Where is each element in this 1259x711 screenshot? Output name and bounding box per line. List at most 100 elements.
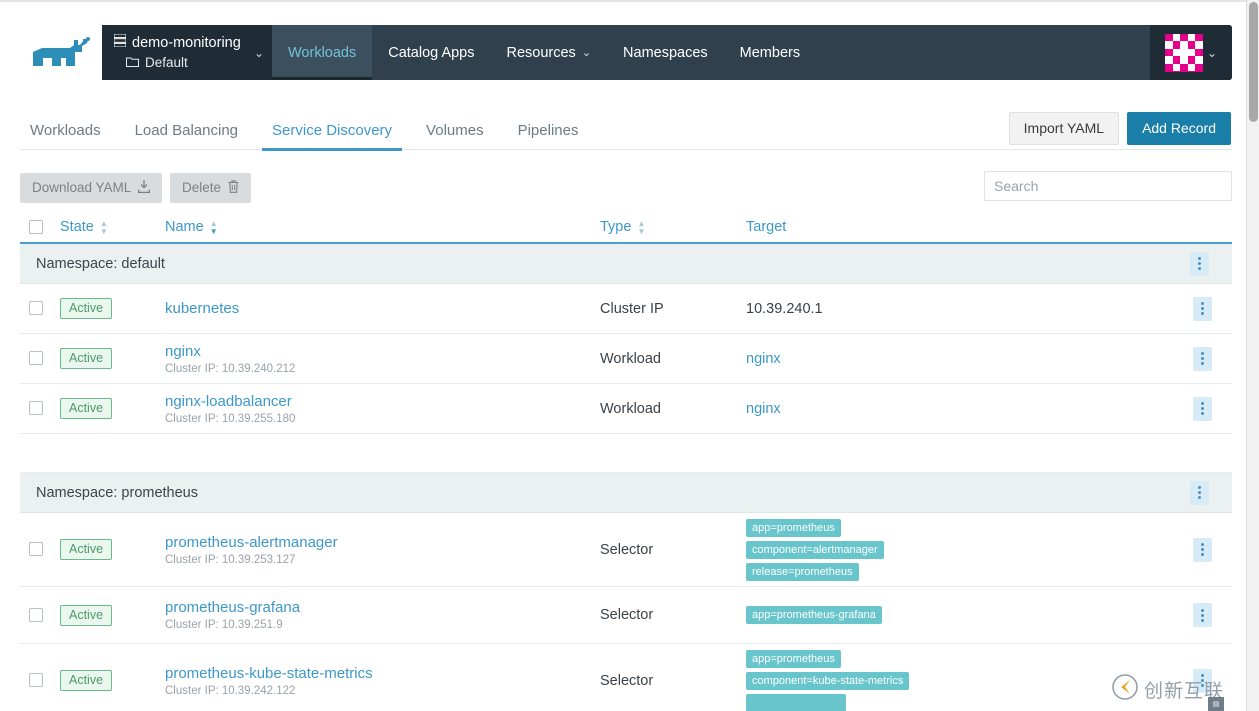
column-label: Name [165, 219, 204, 235]
sort-icon[interactable]: ▲▼ [100, 220, 108, 235]
row-type-cell: Cluster IP [600, 301, 746, 317]
tab-workloads[interactable]: Workloads [20, 122, 111, 150]
row-actions-cell [1172, 397, 1232, 421]
column-header-target: Target [746, 219, 1172, 235]
row-type-cell: Workload [600, 401, 746, 417]
column-header-type[interactable]: Type ▲▼ [600, 219, 746, 235]
row-checkbox[interactable] [29, 301, 43, 315]
table-row[interactable]: Active prometheus-kube-state-metrics Clu… [20, 644, 1232, 711]
row-actions-cell [1172, 347, 1232, 371]
row-checkbox[interactable] [29, 673, 43, 687]
page-scrollbar[interactable] [1246, 0, 1259, 711]
selector-tags: app=prometheus-grafana [746, 606, 1172, 624]
scrollbar-thumb[interactable] [1249, 2, 1258, 122]
row-actions-menu[interactable] [1193, 538, 1212, 562]
row-actions-cell [1172, 538, 1232, 562]
cluster-project-selector[interactable]: demo-monitoring Default ⌄ [102, 25, 272, 80]
nav-item-catalog-apps[interactable]: Catalog Apps [372, 25, 490, 80]
resource-name-link[interactable]: kubernetes [165, 300, 600, 317]
page-viewport: demo-monitoring Default ⌄ Workloads Cat [0, 0, 1246, 711]
nav-item-workloads[interactable]: Workloads [272, 25, 372, 80]
row-cluster-ip: Cluster IP: 10.39.240.212 [165, 363, 600, 375]
tab-load-balancing[interactable]: Load Balancing [125, 122, 248, 150]
row-select-cell [29, 350, 60, 368]
table-row[interactable]: Active nginx-loadbalancer Cluster IP: 10… [20, 384, 1232, 434]
row-actions-menu[interactable] [1193, 603, 1212, 627]
tab-label: Workloads [30, 122, 101, 139]
selector-tags: app=prometheus component=kube-state-metr… [746, 650, 1172, 711]
nav-item-label: Members [740, 45, 800, 61]
nav-item-members[interactable]: Members [724, 25, 816, 80]
delete-button[interactable]: Delete [170, 173, 251, 203]
resource-name-link[interactable]: prometheus-kube-state-metrics [165, 665, 600, 682]
row-checkbox[interactable] [29, 351, 43, 365]
row-checkbox[interactable] [29, 401, 43, 415]
row-checkbox[interactable] [29, 542, 43, 556]
row-actions-menu[interactable] [1193, 397, 1212, 421]
row-select-cell [29, 400, 60, 418]
nav-item-resources[interactable]: Resources ⌄ [491, 25, 608, 80]
selector-tag: app=prometheus-grafana [746, 606, 882, 624]
table-row[interactable]: Active kubernetes Cluster IP 10.39.240.1 [20, 284, 1232, 334]
selector-tag: component=kube-state-metrics [746, 672, 909, 690]
header-actions: Import YAML Add Record [1009, 112, 1231, 145]
search-input[interactable] [984, 171, 1232, 201]
group-actions-menu[interactable] [1190, 481, 1209, 505]
table-row[interactable]: Active nginx Cluster IP: 10.39.240.212 W… [20, 334, 1232, 384]
table-row[interactable]: Active prometheus-grafana Cluster IP: 10… [20, 587, 1232, 644]
target-link[interactable]: nginx [746, 401, 781, 417]
resource-name-link[interactable]: prometheus-grafana [165, 599, 600, 616]
avatar[interactable] [1165, 34, 1203, 72]
row-name-cell: kubernetes [165, 300, 600, 317]
group-actions-menu[interactable] [1190, 252, 1209, 276]
download-yaml-button[interactable]: Download YAML [20, 173, 162, 203]
tab-volumes[interactable]: Volumes [416, 122, 494, 150]
row-actions-menu[interactable] [1193, 347, 1212, 371]
row-actions-menu[interactable] [1193, 297, 1212, 321]
sort-icon[interactable]: ▲▼ [637, 220, 645, 235]
resource-name-link[interactable]: nginx-loadbalancer [165, 393, 600, 410]
tab-service-discovery[interactable]: Service Discovery [262, 122, 402, 150]
service-discovery-table: State ▲▼ Name ▲▼ Type ▲▼ Target Namespac… [20, 212, 1232, 711]
column-label: Target [746, 219, 786, 235]
table-header-row: State ▲▼ Name ▲▼ Type ▲▼ Target [20, 212, 1232, 244]
sort-icon[interactable]: ▲▼ [210, 220, 218, 235]
row-target-cell: app=prometheus component=kube-state-metr… [746, 650, 1172, 711]
table-row[interactable]: Active prometheus-alertmanager Cluster I… [20, 513, 1232, 587]
chevron-down-icon[interactable]: ⌄ [1207, 46, 1217, 60]
row-name-cell: nginx-loadbalancer Cluster IP: 10.39.255… [165, 393, 600, 425]
tab-pipelines[interactable]: Pipelines [508, 122, 589, 150]
nav-item-label: Catalog Apps [388, 45, 474, 61]
rancher-logo[interactable] [20, 25, 102, 80]
group-separator [20, 434, 1232, 473]
row-cluster-ip: Cluster IP: 10.39.253.127 [165, 554, 600, 566]
column-header-name[interactable]: Name ▲▼ [165, 219, 600, 235]
import-yaml-button[interactable]: Import YAML [1009, 112, 1119, 145]
row-cluster-ip: Cluster IP: 10.39.255.180 [165, 413, 600, 425]
cluster-icon [114, 34, 126, 52]
select-all-checkbox[interactable] [29, 220, 43, 234]
tab-label: Service Discovery [272, 122, 392, 139]
row-cluster-ip: Cluster IP: 10.39.242.122 [165, 685, 600, 697]
row-cluster-ip: Cluster IP: 10.39.251.9 [165, 619, 600, 631]
user-menu[interactable]: ⌄ [1150, 25, 1232, 80]
selector-tag: component=alertmanager [746, 541, 884, 559]
tab-label: Load Balancing [135, 122, 238, 139]
namespace-label: Namespace: default [36, 256, 165, 272]
namespace-label: Namespace: prometheus [36, 485, 198, 501]
column-header-state[interactable]: State ▲▼ [60, 219, 165, 235]
nav-item-namespaces[interactable]: Namespaces [607, 25, 724, 80]
chevron-down-icon[interactable]: ⌄ [254, 46, 264, 60]
target-link[interactable]: nginx [746, 351, 781, 367]
row-type-cell: Selector [600, 607, 746, 623]
add-record-button[interactable]: Add Record [1127, 112, 1231, 145]
status-badge: Active [60, 398, 112, 419]
top-navigation-bar: demo-monitoring Default ⌄ Workloads Cat [20, 25, 1232, 80]
nav-item-label: Resources [507, 45, 576, 61]
select-all-cell [29, 219, 60, 235]
resource-name-link[interactable]: nginx [165, 343, 600, 360]
row-actions-cell [1172, 297, 1232, 321]
resource-name-link[interactable]: prometheus-alertmanager [165, 534, 600, 551]
row-select-cell [29, 541, 60, 559]
row-checkbox[interactable] [29, 608, 43, 622]
